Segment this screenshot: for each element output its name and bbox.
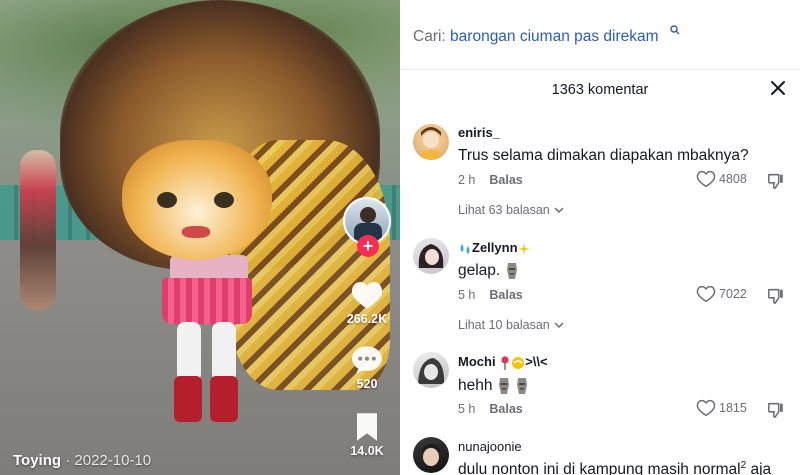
comment-text-row: hehh xyxy=(458,377,529,395)
comment-meta: 2 h Balas xyxy=(458,173,523,187)
heart-icon xyxy=(696,399,716,417)
comments-panel: Cari: barongan ciuman pas direkam 1363 k… xyxy=(400,0,800,475)
comment-avatar[interactable] xyxy=(413,437,449,473)
comment-text: Trus selama dimakan diapakan mbaknya? xyxy=(458,147,749,164)
reply-button[interactable]: Balas xyxy=(489,288,522,302)
video-player[interactable]: + 266.2K 520 14.0K Toying · 2022-10-10 xyxy=(0,0,400,475)
video-tiger-mask xyxy=(122,140,272,260)
comment-username-row[interactable]: Mochi >\\< xyxy=(458,354,548,370)
comment-like-button[interactable]: 4808 xyxy=(696,170,747,188)
comment-avatar[interactable] xyxy=(413,238,449,274)
like-button[interactable]: 266.2K xyxy=(340,280,394,326)
chevron-down-icon xyxy=(554,206,564,213)
view-replies-button[interactable]: Lihat 63 balasan xyxy=(458,203,564,217)
view-replies-label: Lihat 10 balasan xyxy=(458,318,550,332)
comment-text-tail: aja xyxy=(746,461,772,475)
search-suggestion[interactable]: Cari: barongan ciuman pas direkam xyxy=(413,28,659,46)
comment-button[interactable]: 520 xyxy=(340,345,394,391)
video-date: 2022-10-10 xyxy=(74,452,152,469)
video-dancer-leg-right xyxy=(212,322,236,382)
view-replies-label: Lihat 63 balasan xyxy=(458,203,550,217)
heart-icon xyxy=(696,285,716,303)
comment-text: hehh xyxy=(458,377,493,395)
rose-emoji xyxy=(501,355,509,370)
comment-username[interactable]: eniris_ xyxy=(458,125,500,140)
reply-button[interactable]: Balas xyxy=(489,173,522,187)
search-query[interactable]: barongan ciuman pas direkam xyxy=(450,28,659,45)
search-icon[interactable] xyxy=(670,25,680,35)
comment-text: gelap. xyxy=(458,262,501,280)
follow-button[interactable]: + xyxy=(357,235,379,257)
moai-emoji xyxy=(498,378,509,394)
video-side-dancer xyxy=(20,150,56,310)
comment-time: 5 h xyxy=(458,288,476,302)
comment-username: Zellynn xyxy=(472,240,518,255)
video-separator: · xyxy=(61,452,75,469)
comment-avatar[interactable] xyxy=(413,124,449,160)
comment-meta: 5 h Balas xyxy=(458,288,523,302)
comment-meta: 5 h Balas xyxy=(458,402,523,416)
video-dancer-skirt xyxy=(162,278,252,324)
sparkles-emoji xyxy=(517,242,530,255)
like-count: 266.2K xyxy=(346,312,388,326)
comment-time: 5 h xyxy=(458,402,476,416)
bookmark-icon xyxy=(357,413,377,441)
dislike-icon[interactable] xyxy=(767,401,785,419)
comment-username-row[interactable]: Zellynn xyxy=(458,240,530,255)
video-dancer-boot-left xyxy=(174,376,202,422)
comments-header: 1363 komentar xyxy=(400,70,800,110)
comments-count: 1363 komentar xyxy=(551,82,649,98)
comment-avatar[interactable] xyxy=(413,352,449,388)
heart-icon xyxy=(351,282,383,309)
view-replies-button[interactable]: Lihat 10 balasan xyxy=(458,318,564,332)
comment-username[interactable]: nunajoonie xyxy=(458,439,522,454)
video-dancer-leg-left xyxy=(177,322,201,382)
comment-username: Mochi xyxy=(458,354,496,369)
comment-like-button[interactable]: 7022 xyxy=(696,285,747,303)
moai-emoji xyxy=(506,263,517,279)
save-button[interactable]: 14.0K xyxy=(340,412,394,458)
comment-like-count: 4808 xyxy=(719,172,747,186)
comment-time: 2 h xyxy=(458,173,476,187)
comment-like-count: 7022 xyxy=(719,287,747,301)
dislike-icon[interactable] xyxy=(767,287,785,305)
search-suggestion-bar[interactable]: Cari: barongan ciuman pas direkam xyxy=(400,0,800,70)
comment-username-suffix: >\\< xyxy=(525,354,548,369)
save-count: 14.0K xyxy=(350,444,384,458)
dislike-icon[interactable] xyxy=(767,172,785,190)
close-icon[interactable] xyxy=(768,78,788,98)
comment-text-row: dulu nonton ini di kampung masih normal2… xyxy=(458,460,771,475)
comment-text-row: gelap. xyxy=(458,262,519,280)
chevron-down-icon xyxy=(554,321,564,328)
comment-like-count: 1815 xyxy=(719,401,747,415)
dizzy-emoji xyxy=(512,356,525,369)
droplets-emoji xyxy=(460,243,470,254)
comment-count: 520 xyxy=(356,377,378,391)
video-dancer-boot-right xyxy=(210,376,238,422)
heart-icon xyxy=(696,170,716,188)
comment-icon xyxy=(352,346,382,374)
video-footer: Toying · 2022-10-10 xyxy=(13,452,151,469)
search-prefix: Cari: xyxy=(413,28,451,45)
comment-text: dulu nonton ini di kampung masih normal xyxy=(458,461,741,475)
reply-button[interactable]: Balas xyxy=(489,402,522,416)
video-author[interactable]: Toying xyxy=(13,452,61,469)
moai-emoji xyxy=(517,378,528,394)
comment-like-button[interactable]: 1815 xyxy=(696,399,747,417)
